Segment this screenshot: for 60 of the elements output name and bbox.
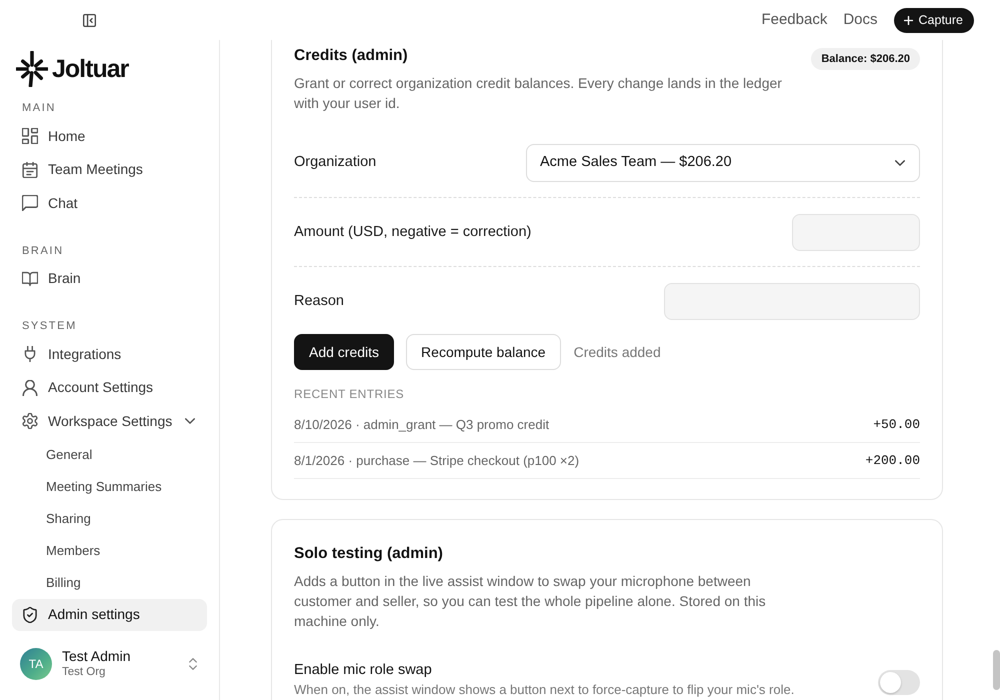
balance-badge: Balance: $206.20 xyxy=(811,48,920,70)
entry-description: 8/1/2026 · purchase — Stripe checkout (p100 ×2) xyxy=(294,452,580,470)
sidebar-toggle-icon[interactable] xyxy=(83,14,96,26)
sidebar-item[interactable]: Account Settings xyxy=(12,372,207,404)
field-label: Amount (USD, negative = correction) xyxy=(294,222,532,242)
chat-bubble-icon xyxy=(22,195,38,211)
plug-icon xyxy=(22,346,38,362)
sidebar-item[interactable]: Home xyxy=(12,120,207,152)
setting-label: Enable mic role swap xyxy=(294,661,433,680)
field-label: Reason xyxy=(294,292,344,311)
sidebar-item[interactable]: Integrations xyxy=(12,338,207,370)
sidebar-subitem[interactable]: Sharing xyxy=(12,502,207,534)
sidebar-subitem[interactable]: General xyxy=(12,438,207,470)
section-heading: BRAIN xyxy=(21,244,65,258)
sidebar-item[interactable]: Admin settings xyxy=(12,598,207,630)
card-description: Adds a button in the live assist window to swap your microphone between customer and seller, so you can test the whole pipeline alone. Stored on this machine only. xyxy=(294,572,767,631)
card-title: Solo testing (admin) xyxy=(294,544,444,564)
organization-select[interactable]: Acme Sales Team — $206.20 xyxy=(526,144,920,182)
entry-amount: +50.00 xyxy=(873,416,920,434)
scrollbar-thumb[interactable] xyxy=(993,650,1000,690)
amount-input[interactable] xyxy=(792,214,920,251)
section-heading: SYSTEM xyxy=(21,319,78,334)
field-label: Organization xyxy=(294,153,376,172)
chevron-down-icon xyxy=(895,160,905,166)
docs-link[interactable]: Docs xyxy=(843,8,878,32)
user-name: Test Admin xyxy=(62,648,130,665)
user-org: Test Org xyxy=(62,665,106,680)
sidebar-item[interactable]: Workspace Settings xyxy=(12,405,207,437)
gear-icon xyxy=(22,413,38,429)
asterisk-logo-icon xyxy=(16,51,48,87)
grid-icon xyxy=(22,128,38,144)
logo-wordmark: Joltuar xyxy=(52,56,128,82)
section-heading: MAIN xyxy=(21,101,57,116)
sidebar-item[interactable]: Brain xyxy=(12,262,207,294)
section-heading: RECENT ENTRIES xyxy=(294,387,406,401)
recompute-balance-button[interactable]: Recompute balance xyxy=(406,334,561,370)
sidebar-item[interactable]: Team Meetings xyxy=(12,154,207,186)
sidebar-subitem[interactable]: Billing xyxy=(12,566,207,598)
add-credits-button[interactable]: Add credits xyxy=(294,334,394,370)
shield-check-icon xyxy=(22,606,38,622)
sidebar-item[interactable]: Chat xyxy=(12,187,207,219)
card-title: Credits (admin) xyxy=(294,46,408,66)
plus-icon xyxy=(904,16,913,24)
feedback-link[interactable]: Feedback xyxy=(761,8,828,32)
card-description: Grant or correct organization credit balances. Every change lands in the ledger with your user id. xyxy=(294,74,783,113)
capture-button[interactable]: Capture xyxy=(894,8,974,32)
person-icon xyxy=(22,380,38,396)
user-menu[interactable]: TA Test Admin Test Org xyxy=(12,641,207,687)
book-icon xyxy=(22,270,38,286)
sidebar-subitem[interactable]: Meeting Summaries xyxy=(12,470,207,502)
entry-amount: +200.00 xyxy=(865,452,920,470)
avatar: TA xyxy=(20,648,52,680)
calendar-icon xyxy=(22,162,38,178)
chevron-up-down-icon xyxy=(189,658,197,670)
toggle-switch[interactable] xyxy=(878,670,920,695)
sidebar-subitem[interactable]: Members xyxy=(12,534,207,566)
entry-description: 8/10/2026 · admin_grant — Q3 promo credit xyxy=(294,416,550,434)
reason-input[interactable] xyxy=(664,283,920,320)
status-message: Credits added xyxy=(574,342,661,362)
setting-description: When on, the assist window shows a button next to force-capture to flip your mic's role. xyxy=(294,682,794,697)
